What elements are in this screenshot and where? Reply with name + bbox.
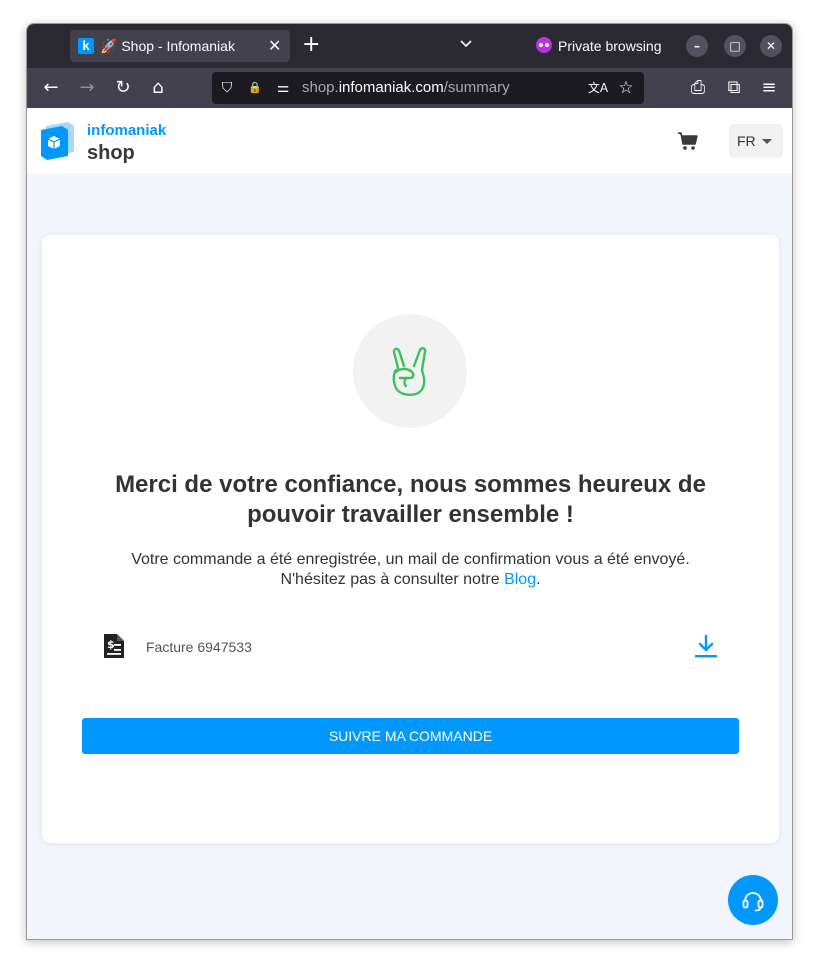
- shield-icon[interactable]: ⛉: [218, 79, 236, 97]
- tab-title: 🚀 Shop - Infomaniak: [100, 38, 235, 54]
- private-browsing-icon: [536, 37, 552, 53]
- back-button[interactable]: ←: [40, 77, 62, 99]
- reload-button[interactable]: ↻: [112, 77, 134, 99]
- track-order-button[interactable]: SUIVRE MA COMMANDE: [82, 718, 739, 754]
- forward-button[interactable]: →: [76, 77, 98, 99]
- bookmark-star-icon[interactable]: ☆: [617, 79, 635, 97]
- invoice-document-icon: $: [104, 634, 124, 658]
- confirmation-card: Merci de votre confiance, nous sommes he…: [42, 235, 779, 843]
- url-subdomain: shop.: [302, 79, 339, 96]
- brand-name[interactable]: infomaniak: [87, 122, 166, 140]
- home-button[interactable]: ⌂: [147, 77, 169, 99]
- caret-down-icon: [762, 139, 772, 144]
- tab-close-icon[interactable]: ✕: [268, 37, 281, 55]
- page-title: Merci de votre confiance, nous sommes he…: [115, 471, 706, 528]
- tab-list-chevron-icon[interactable]: [459, 37, 473, 51]
- close-window-button[interactable]: ✕: [760, 35, 782, 57]
- invoice-label: Facture 6947533: [146, 639, 252, 655]
- url-host: infomaniak.com: [338, 79, 444, 96]
- message-line-1: Votre commande a été enregistrée, un mai…: [131, 551, 690, 568]
- cart-icon[interactable]: [677, 130, 699, 152]
- translate-icon[interactable]: 文A: [586, 79, 610, 97]
- extensions-button[interactable]: ⧉: [723, 77, 745, 99]
- product-name[interactable]: shop: [87, 141, 135, 165]
- minimize-button[interactable]: –: [686, 35, 708, 57]
- language-value: FR: [737, 133, 756, 149]
- maximize-button[interactable]: □: [724, 35, 746, 57]
- browser-window: k 🚀 Shop - Infomaniak ✕ + Private browsi…: [26, 23, 793, 940]
- web-page: infomaniak shop FR Merci de votre confia…: [27, 108, 792, 939]
- private-browsing-label: Private browsing: [558, 38, 662, 54]
- peace-hand-badge: [353, 314, 467, 428]
- site-header: infomaniak shop FR: [27, 108, 792, 173]
- screenshot-button[interactable]: ⎙: [687, 77, 709, 99]
- svg-text:$: $: [107, 638, 115, 651]
- url-path: /summary: [443, 79, 510, 96]
- lock-icon[interactable]: 🔒: [246, 79, 264, 97]
- language-selector[interactable]: FR: [729, 124, 783, 158]
- infomaniak-logo-icon[interactable]: [38, 122, 74, 160]
- url-bar[interactable]: ⛉ 🔒 ⚌ shop.infomaniak.com/summary 文A ☆: [212, 72, 644, 104]
- confirmation-message: Votre commande a été enregistrée, un mai…: [82, 550, 739, 590]
- message-line-2-prefix: N'hésitez pas à consulter notre: [280, 571, 505, 588]
- favicon-icon: k: [78, 38, 94, 54]
- peace-hand-icon: [392, 346, 427, 396]
- site-permissions-icon[interactable]: ⚌: [274, 79, 292, 97]
- title-bar: k 🚀 Shop - Infomaniak ✕ + Private browsi…: [27, 24, 792, 68]
- headset-icon: [742, 892, 764, 912]
- url-text[interactable]: shop.infomaniak.com/summary: [302, 79, 510, 97]
- menu-button[interactable]: ≡: [758, 77, 780, 99]
- navigation-toolbar: ← → ↻ ⌂ ⛉ 🔒 ⚌ shop.infomaniak.com/summar…: [27, 68, 792, 108]
- message-line-2-suffix: .: [536, 571, 541, 588]
- support-chat-button[interactable]: [728, 875, 778, 925]
- browser-tab[interactable]: k 🚀 Shop - Infomaniak ✕: [70, 30, 290, 62]
- download-icon[interactable]: [693, 633, 719, 659]
- new-tab-button[interactable]: +: [302, 34, 320, 56]
- blog-link[interactable]: Blog: [504, 571, 536, 588]
